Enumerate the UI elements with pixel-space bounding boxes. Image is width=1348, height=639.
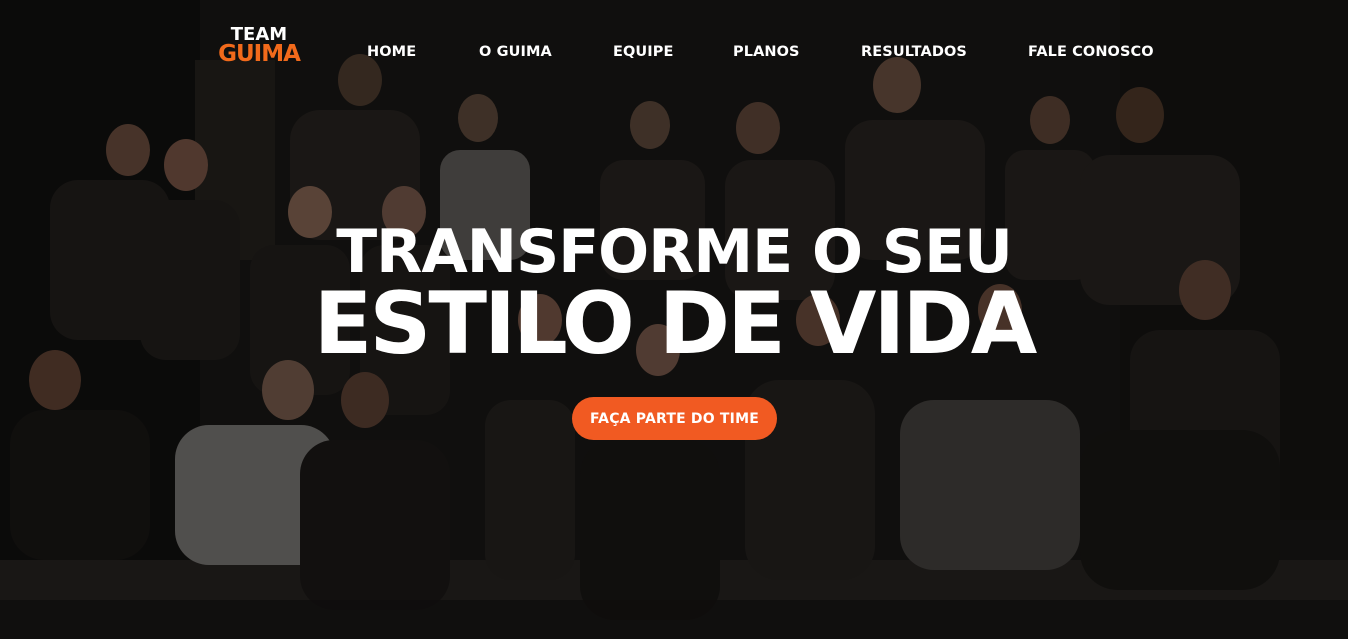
nav-planos[interactable]: PLANOS bbox=[733, 44, 800, 60]
nav-o-guima[interactable]: O GUIMA bbox=[479, 44, 552, 60]
logo-line2: GUIMA bbox=[218, 41, 301, 67]
hero-headline-line2: ESTILO DE VIDA bbox=[313, 274, 1038, 374]
join-team-button[interactable]: FAÇA PARTE DO TIME bbox=[572, 397, 777, 440]
nav-equipe[interactable]: EQUIPE bbox=[613, 44, 674, 60]
nav-home[interactable]: HOME bbox=[367, 44, 416, 60]
nav-fale-conosco[interactable]: FALE CONOSCO bbox=[1028, 44, 1154, 60]
team-guima-logo[interactable]: TEAM GUIMA bbox=[213, 26, 305, 70]
nav-resultados[interactable]: RESULTADOS bbox=[861, 44, 967, 60]
